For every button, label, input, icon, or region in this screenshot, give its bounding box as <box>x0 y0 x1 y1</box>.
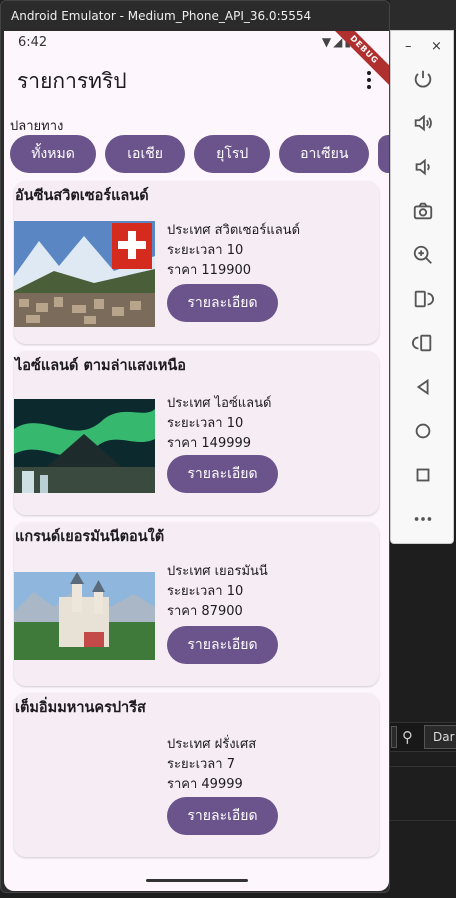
more-icon[interactable] <box>411 507 435 531</box>
trip-price: ราคา 49999 <box>167 777 243 792</box>
search-icon[interactable]: ⚲ <box>402 728 413 746</box>
details-button[interactable]: รายละเอียด <box>167 455 278 493</box>
divider <box>390 766 456 767</box>
trip-duration: ระยะเวลา 10 <box>167 243 244 258</box>
trip-card: ไอซ์แลนด์ ตามล่าแสงเหนือ ประเทศ ไอซ์แลนด… <box>14 351 379 515</box>
trip-title: เต็มอิ่มมหานครปารีส <box>15 700 146 716</box>
phone-screen: 6:42 ▼◢▮ DEBUG รายการทริป ปลายทาง ทั้งหม… <box>4 31 389 891</box>
details-button[interactable]: รายละเอียด <box>167 284 278 322</box>
trip-country: ประเทศ เยอรมันนี <box>167 564 268 579</box>
ide-input-box[interactable] <box>391 726 397 748</box>
ide-dropdown[interactable]: Dar <box>424 725 456 749</box>
trip-price: ราคา 149999 <box>167 436 252 451</box>
page-title: รายการทริป <box>17 69 127 93</box>
chip-asean[interactable]: อาเซียน <box>279 135 370 173</box>
trip-info: ประเทศ สวิตเซอร์แลนด์ ระยะเวลา 10 ราคา 1… <box>167 221 300 281</box>
overview-icon[interactable] <box>411 463 435 487</box>
chip-europe[interactable]: ยุโรป <box>194 135 271 173</box>
trip-title: แกรนด์เยอรมันนีตอนใต้ <box>15 529 165 545</box>
trip-duration: ระยะเวลา 10 <box>167 416 244 431</box>
trip-card: เต็มอิ่มมหานครปารีส ประเทศ ฝรั่งเศส ระยะ… <box>14 693 379 857</box>
trip-info: ประเทศ เยอรมันนี ระยะเวลา 10 ราคา 87900 <box>167 562 268 622</box>
trip-card: อันซีนสวิตเซอร์แลนด์ ประเทศ สวิตเซอร์แลน… <box>14 181 379 344</box>
status-bar: 6:42 ▼◢▮ DEBUG <box>4 31 389 87</box>
close-icon[interactable]: × <box>431 39 442 54</box>
castle-image <box>14 572 155 660</box>
chip-more[interactable] <box>378 135 389 173</box>
chip-all[interactable]: ทั้งหมด <box>10 135 96 173</box>
app-bar: รายการทริป <box>4 55 389 107</box>
trip-duration: ระยะเวลา 7 <box>167 757 235 772</box>
window-title: Android Emulator - Medium_Phone_API_36.0… <box>1 1 389 31</box>
trip-country: ประเทศ สวิตเซอร์แลนด์ <box>167 223 301 238</box>
trip-info: ประเทศ ไอซ์แลนด์ ระยะเวลา 10 ราคา 149999 <box>167 394 271 454</box>
back-icon[interactable] <box>411 375 435 399</box>
filter-chips: ทั้งหมด เอเชีย ยุโรป อาเซียน <box>10 135 389 175</box>
filter-label: ปลายทาง <box>10 119 64 134</box>
trip-duration: ระยะเวลา 10 <box>167 584 244 599</box>
divider <box>390 820 456 821</box>
volume-up-icon[interactable] <box>411 111 435 135</box>
ide-top-strip <box>390 0 456 30</box>
trip-title: อันซีนสวิตเซอร์แลนด์ <box>15 188 149 204</box>
home-icon[interactable] <box>411 419 435 443</box>
trip-price: ราคา 119900 <box>167 263 252 278</box>
emulator-side-toolbar: – × <box>390 30 454 544</box>
details-button[interactable]: รายละเอียด <box>167 797 278 835</box>
status-time: 6:42 <box>18 35 48 50</box>
trip-country: ประเทศ ไอซ์แลนด์ <box>167 396 272 411</box>
wifi-icon: ▼ <box>321 35 334 49</box>
minimize-icon[interactable]: – <box>405 39 412 54</box>
aurora-image <box>14 399 155 493</box>
more-vert-icon[interactable] <box>361 68 377 92</box>
gesture-nav-bar[interactable] <box>146 879 248 882</box>
swiss-village-image <box>14 221 155 327</box>
trip-title: ไอซ์แลนด์ ตามล่าแสงเหนือ <box>15 358 187 374</box>
emulator-window: Android Emulator - Medium_Phone_API_36.0… <box>0 0 390 893</box>
trip-price: ราคา 87900 <box>167 604 243 619</box>
details-button[interactable]: รายละเอียด <box>167 626 278 664</box>
volume-down-icon[interactable] <box>411 155 435 179</box>
chip-asia[interactable]: เอเชีย <box>105 135 186 173</box>
rotate-right-icon[interactable] <box>411 331 435 355</box>
camera-icon[interactable] <box>411 199 435 223</box>
trip-country: ประเทศ ฝรั่งเศส <box>167 737 257 752</box>
rotate-left-icon[interactable] <box>411 287 435 311</box>
power-icon[interactable] <box>411 67 435 91</box>
zoom-icon[interactable] <box>411 243 435 267</box>
trip-info: ประเทศ ฝรั่งเศส ระยะเวลา 7 ราคา 49999 <box>167 735 256 795</box>
trip-card: แกรนด์เยอรมันนีตอนใต้ ประเทศ เยอรมันนี ร… <box>14 522 379 686</box>
